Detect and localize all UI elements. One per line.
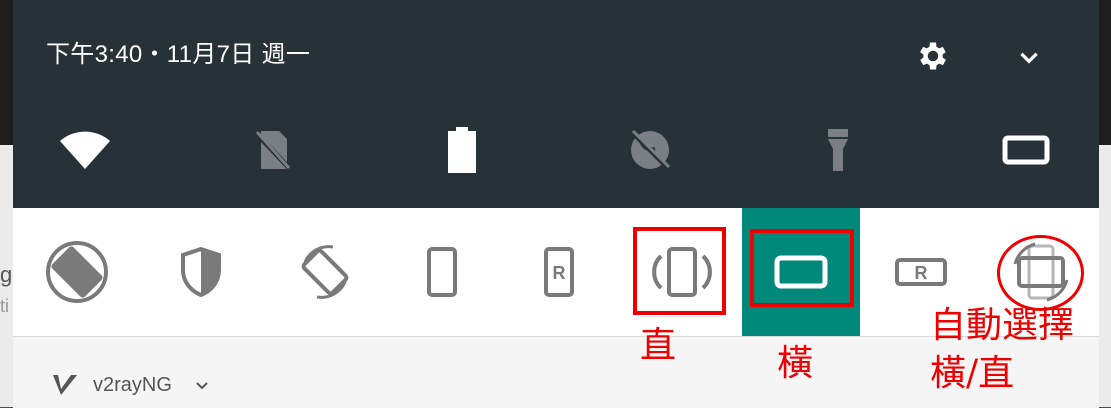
screen-orientation-icon[interactable]	[996, 120, 1056, 180]
background-text-peek: g	[0, 262, 13, 287]
expand-chevron-icon[interactable]	[195, 380, 209, 392]
annotation-auto-label-line1: 自動選擇	[930, 305, 1075, 346]
auto-rotate-icon	[301, 245, 349, 299]
v2rayng-logo-icon	[53, 375, 77, 395]
settings-gear-icon[interactable]	[915, 38, 951, 79]
annotation-circle-auto	[997, 235, 1084, 311]
annotation-portrait-label: 直	[640, 325, 677, 366]
landscape-reverse-icon: R	[895, 258, 947, 286]
landscape-reverse-letter: R	[915, 263, 928, 283]
rotation-option-auto-filled[interactable]	[15, 208, 139, 336]
notification-app-name: v2rayNG	[93, 374, 172, 396]
annotation-auto-label-line2: 橫/直	[930, 353, 1015, 394]
no-sim-icon[interactable]	[243, 120, 303, 180]
portrait-reverse-letter: R	[553, 263, 566, 283]
rotation-option-portrait[interactable]	[387, 208, 497, 336]
background-text-peek: ti	[0, 296, 9, 316]
annotation-box-portrait	[633, 227, 726, 315]
background-left-edge: g ti	[0, 0, 13, 407]
battery-icon[interactable]	[432, 120, 492, 180]
rotation-option-shield[interactable]	[139, 208, 263, 336]
date-time-label: 下午3:40・11月7日 週一	[46, 41, 311, 68]
auto-rotate-filled-icon	[46, 241, 108, 303]
rotation-option-auto[interactable]	[263, 208, 387, 336]
rotation-option-portrait-reverse[interactable]: R	[497, 208, 621, 336]
portrait-phone-icon	[427, 247, 457, 297]
shield-icon	[181, 246, 221, 298]
annotation-landscape-label: 橫	[777, 343, 814, 384]
background-app-strip	[1099, 145, 1111, 407]
wifi-icon[interactable]	[55, 120, 115, 180]
portrait-reverse-icon: R	[544, 247, 574, 297]
background-app-strip: g ti	[0, 145, 13, 407]
data-saver-off-icon[interactable]	[620, 120, 680, 180]
notification-shade-header: 下午3:40・11月7日 週一	[13, 0, 1099, 208]
annotation-box-landscape	[750, 229, 854, 307]
chevron-down-icon[interactable]	[1016, 44, 1042, 75]
background-right-edge	[1099, 0, 1111, 407]
flashlight-off-icon[interactable]	[808, 120, 868, 180]
